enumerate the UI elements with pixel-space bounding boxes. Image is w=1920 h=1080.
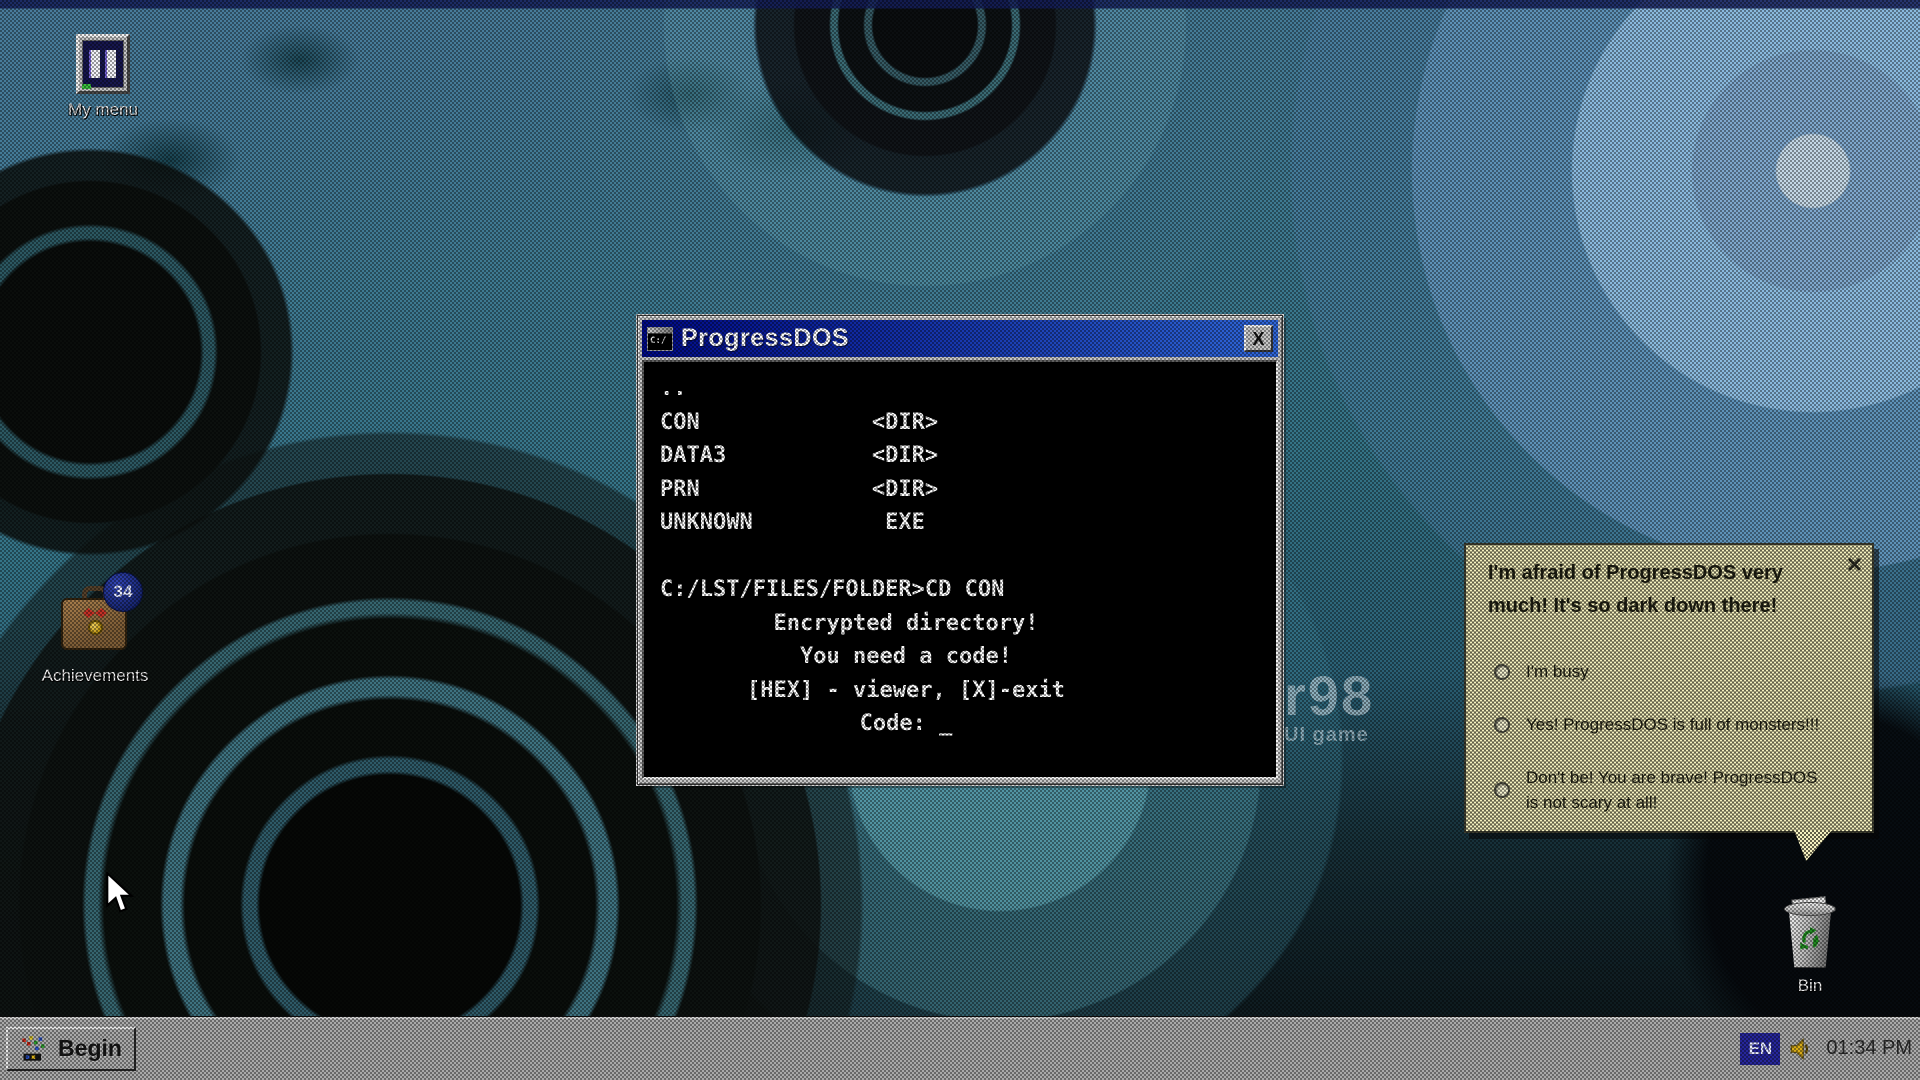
dos-message: Encrypted directory!	[644, 607, 1152, 641]
desktop-icon-bin[interactable]: Bin	[1755, 900, 1865, 996]
recycle-bin-icon	[1782, 900, 1838, 970]
desktop-icon-my-menu[interactable]: My menu	[48, 34, 158, 120]
radio-button[interactable]	[1494, 782, 1510, 798]
progressdos-window: C:/ ProgressDOS X .. CON <DIR> DATA3 <DI…	[637, 315, 1283, 785]
window-titlebar[interactable]: C:/ ProgressDOS X	[642, 320, 1278, 357]
volume-speaker-icon[interactable]	[1788, 1036, 1814, 1062]
radio-button[interactable]	[1494, 664, 1510, 680]
begin-label: Begin	[58, 1035, 122, 1062]
my-menu-icon-screen	[82, 40, 124, 88]
dos-message: [HEX] - viewer, [X]-exit	[644, 674, 1152, 708]
achievements-label: Achievements	[42, 666, 149, 686]
bubble-options: I'm busy Yes! ProgressDOS is full of mon…	[1488, 659, 1832, 815]
command-prompt-line: C:/LST/FILES/FOLDER>CD CON	[660, 573, 1276, 607]
watermark-ui-game: UI game	[1284, 724, 1374, 747]
dos-terminal[interactable]: .. CON <DIR> DATA3 <DIR> PRN <DIR> UNKNO…	[642, 360, 1278, 779]
dos-message: You need a code!	[644, 640, 1152, 674]
recycle-arrows-icon	[1796, 925, 1824, 953]
speech-bubble: × I'm afraid of ProgressDOS very much! I…	[1464, 543, 1874, 833]
bubble-option-im-busy[interactable]: I'm busy	[1494, 659, 1832, 684]
dos-prompt-icon: C:/	[647, 327, 673, 351]
code-input-line[interactable]: Code: _	[644, 707, 1152, 741]
language-indicator[interactable]: EN	[1740, 1033, 1780, 1065]
bin-label: Bin	[1798, 976, 1823, 996]
wallpaper-watermark: r98 UI game	[1284, 668, 1374, 747]
desktop-icon-achievements[interactable]: 34 Achievements	[40, 586, 150, 686]
my-menu-icon-bar2	[107, 50, 116, 78]
bubble-message: I'm afraid of ProgressDOS very much! It'…	[1488, 557, 1832, 623]
begin-start-button[interactable]: Begin	[6, 1027, 136, 1071]
bubble-close-icon[interactable]: ×	[1847, 551, 1862, 577]
dir-entry: ..	[660, 372, 1276, 406]
my-menu-label: My menu	[68, 100, 138, 120]
option-label[interactable]: I'm busy	[1526, 659, 1589, 684]
my-menu-icon-bar	[91, 50, 100, 78]
blank-line	[660, 540, 1276, 574]
window-title: ProgressDOS	[681, 324, 1236, 353]
achievements-icon: 34	[59, 586, 131, 660]
window-close-button[interactable]: X	[1244, 325, 1273, 352]
radio-button[interactable]	[1494, 717, 1510, 733]
taskbar-clock[interactable]: 01:34 PM	[1826, 1037, 1912, 1060]
begin-flag-icon	[20, 1035, 48, 1063]
bubble-option-dont-be[interactable]: Don't be! You are brave! ProgressDOS is …	[1494, 765, 1832, 815]
dos-icon-prompt-text: C:/	[648, 334, 672, 350]
dir-entry: UNKNOWN EXE	[660, 506, 1276, 540]
desktop: r98 UI game My menu 34 Achievements	[0, 0, 1920, 1080]
dir-entry: DATA3 <DIR>	[660, 439, 1276, 473]
achievements-count-badge: 34	[103, 572, 143, 612]
watermark-r98: r98	[1284, 668, 1374, 724]
bubble-option-yes-monsters[interactable]: Yes! ProgressDOS is full of monsters!!!	[1494, 712, 1832, 737]
bin-lid	[1784, 902, 1836, 916]
option-label[interactable]: Don't be! You are brave! ProgressDOS is …	[1526, 765, 1826, 815]
medal-icon	[88, 620, 103, 635]
taskbar: Begin EN 01:34 PM	[0, 1016, 1920, 1080]
option-label[interactable]: Yes! ProgressDOS is full of monsters!!!	[1526, 712, 1819, 737]
my-menu-icon	[76, 34, 130, 94]
my-menu-icon-led	[82, 84, 91, 89]
system-tray: EN 01:34 PM	[1740, 1017, 1912, 1080]
bin-body	[1787, 910, 1833, 968]
dir-entry: CON <DIR>	[660, 406, 1276, 440]
dir-entry: PRN <DIR>	[660, 473, 1276, 507]
